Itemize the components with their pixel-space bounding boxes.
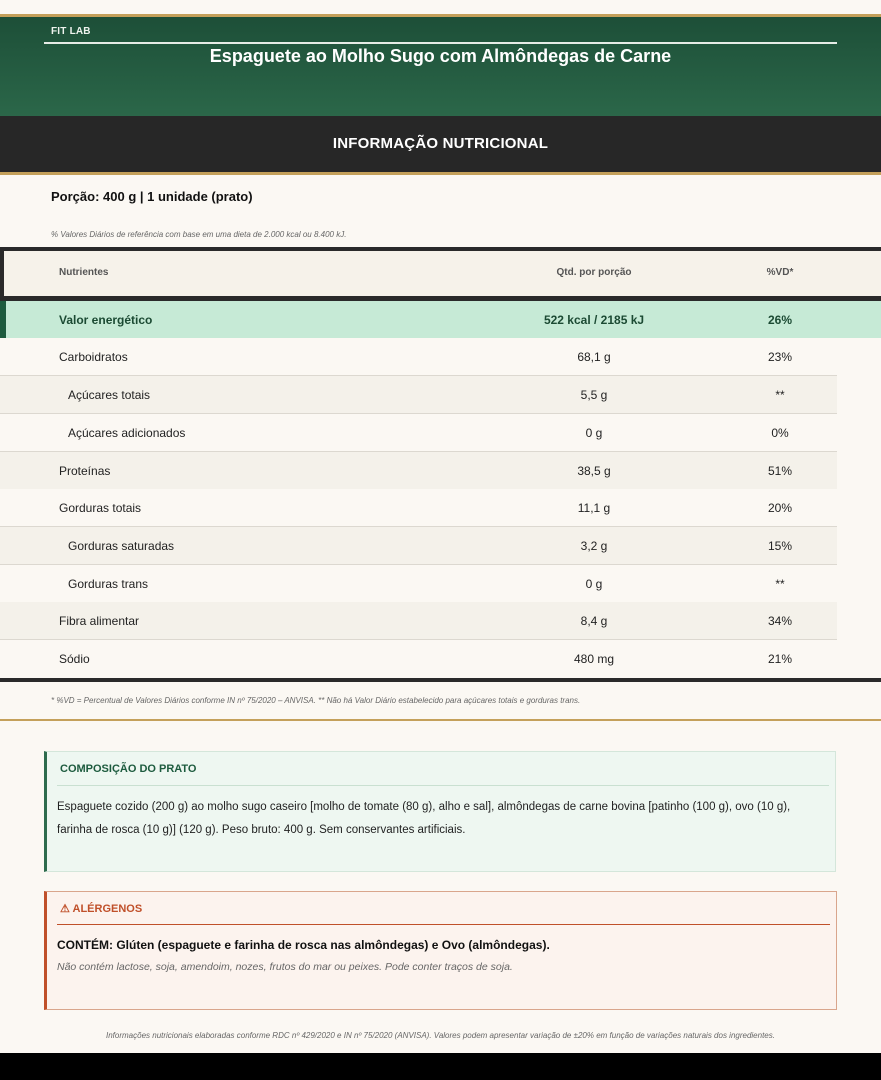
nutrition-title-bar: INFORMAÇÃO NUTRICIONAL [0, 116, 881, 172]
allergens-box: ⚠ ALÉRGENOS CONTÉM: Glúten (espaguete e … [44, 891, 837, 1010]
table-row: Sódio 480 mg 21% [0, 640, 837, 677]
nutrient-daily-value: ** [775, 388, 785, 402]
nutrient-daily-value: ** [775, 577, 785, 591]
table-row: Gorduras saturadas 3,2 g 15% [0, 527, 837, 565]
legal-note: Informações nutricionais elaboradas conf… [106, 1031, 775, 1040]
table-row: Carboidratos 68,1 g 23% [0, 338, 837, 376]
column-header-quantity: Qtd. por porção [556, 267, 632, 278]
table-row: Proteínas 38,5 g 51% [0, 452, 837, 490]
table-row: Açúcares totais 5,5 g ** [0, 376, 837, 414]
table-row: Gorduras trans 0 g ** [0, 565, 837, 603]
nutrient-name: Carboidratos [59, 350, 128, 364]
nutrient-daily-value: 51% [767, 464, 793, 478]
composition-title: COMPOSIÇÃO DO PRATO [60, 763, 197, 775]
nutrient-name: Açúcares adicionados [68, 426, 186, 440]
portion-size: Porção: 400 g | 1 unidade (prato) [51, 189, 253, 204]
nutrient-name: Gorduras trans [68, 577, 149, 591]
highlight-marker [0, 301, 6, 338]
table-header: Nutrientes Qtd. por porção %VD* [0, 247, 881, 301]
nutrient-daily-value: 21% [767, 652, 793, 666]
table-row-energy: Valor energético 522 kcal / 2185 kJ 26% [0, 301, 881, 338]
column-header-daily-value: %VD* [766, 267, 794, 278]
allergens-title: ⚠ ALÉRGENOS [60, 903, 143, 915]
nutrient-name: Fibra alimentar [59, 614, 140, 628]
table-row: Gorduras totais 11,1 g 20% [0, 489, 837, 527]
nutrient-daily-value: 20% [767, 501, 793, 515]
nutrient-quantity: 0 g [585, 426, 603, 440]
column-header-nutrients: Nutrientes [59, 267, 109, 278]
reference-note: % Valores Diários de referência com base… [51, 230, 347, 239]
nutrient-name: Proteínas [59, 464, 111, 478]
nutrient-daily-value: 26% [767, 313, 793, 327]
nutrition-gold-rule [0, 172, 881, 175]
nutrient-daily-value: 0% [771, 426, 789, 440]
nutrient-quantity: 480 mg [573, 652, 615, 666]
nutrient-quantity: 3,2 g [580, 539, 608, 553]
brand-divider [44, 42, 837, 44]
composition-text: Espaguete cozido (200 g) ao molho sugo c… [57, 801, 791, 836]
table-footnote: * %VD = Percentual de Valores Diários co… [51, 696, 581, 705]
composition-divider [57, 785, 829, 786]
nutrient-quantity: 38,5 g [577, 464, 611, 478]
nutrient-quantity: 11,1 g [577, 501, 611, 515]
nutrient-daily-value: 15% [767, 539, 793, 553]
composition-box: COMPOSIÇÃO DO PRATO Espaguete cozido (20… [44, 751, 836, 872]
nutrition-title: INFORMAÇÃO NUTRICIONAL [332, 135, 549, 152]
table-header-inner: Nutrientes Qtd. por porção %VD* [4, 251, 881, 296]
table-row: Fibra alimentar 8,4 g 34% [0, 602, 837, 640]
nutrient-daily-value: 23% [767, 350, 793, 364]
nutrient-quantity: 5,5 g [580, 388, 608, 402]
nutrient-name: Gorduras saturadas [68, 539, 175, 553]
table-row: Açúcares adicionados 0 g 0% [0, 414, 837, 452]
allergens-note: Não contém lactose, soja, amendoim, noze… [57, 961, 513, 973]
section-gold-rule [0, 719, 881, 721]
nutrient-daily-value: 34% [767, 614, 793, 628]
nutrient-quantity: 0 g [585, 577, 603, 591]
nutrition-label-page: FIT LAB Espaguete ao Molho Sugo com Almô… [0, 0, 881, 1053]
nutrient-quantity: 8,4 g [580, 614, 608, 628]
allergens-divider [57, 924, 830, 925]
table-bottom-rule [0, 678, 881, 682]
nutrient-quantity: 522 kcal / 2185 kJ [543, 313, 645, 327]
nutrient-name: Sódio [59, 652, 90, 666]
header: FIT LAB Espaguete ao Molho Sugo com Almô… [0, 17, 881, 116]
nutrient-name: Açúcares totais [68, 388, 151, 402]
nutrient-quantity: 68,1 g [577, 350, 611, 364]
nutrient-name: Valor energético [59, 313, 153, 327]
dish-title: Espaguete ao Molho Sugo com Almôndegas d… [209, 46, 672, 66]
allergens-contains: CONTÉM: Glúten (espaguete e farinha de r… [57, 938, 550, 952]
brand-name: FIT LAB [51, 26, 91, 37]
nutrient-name: Gorduras totais [59, 501, 142, 515]
